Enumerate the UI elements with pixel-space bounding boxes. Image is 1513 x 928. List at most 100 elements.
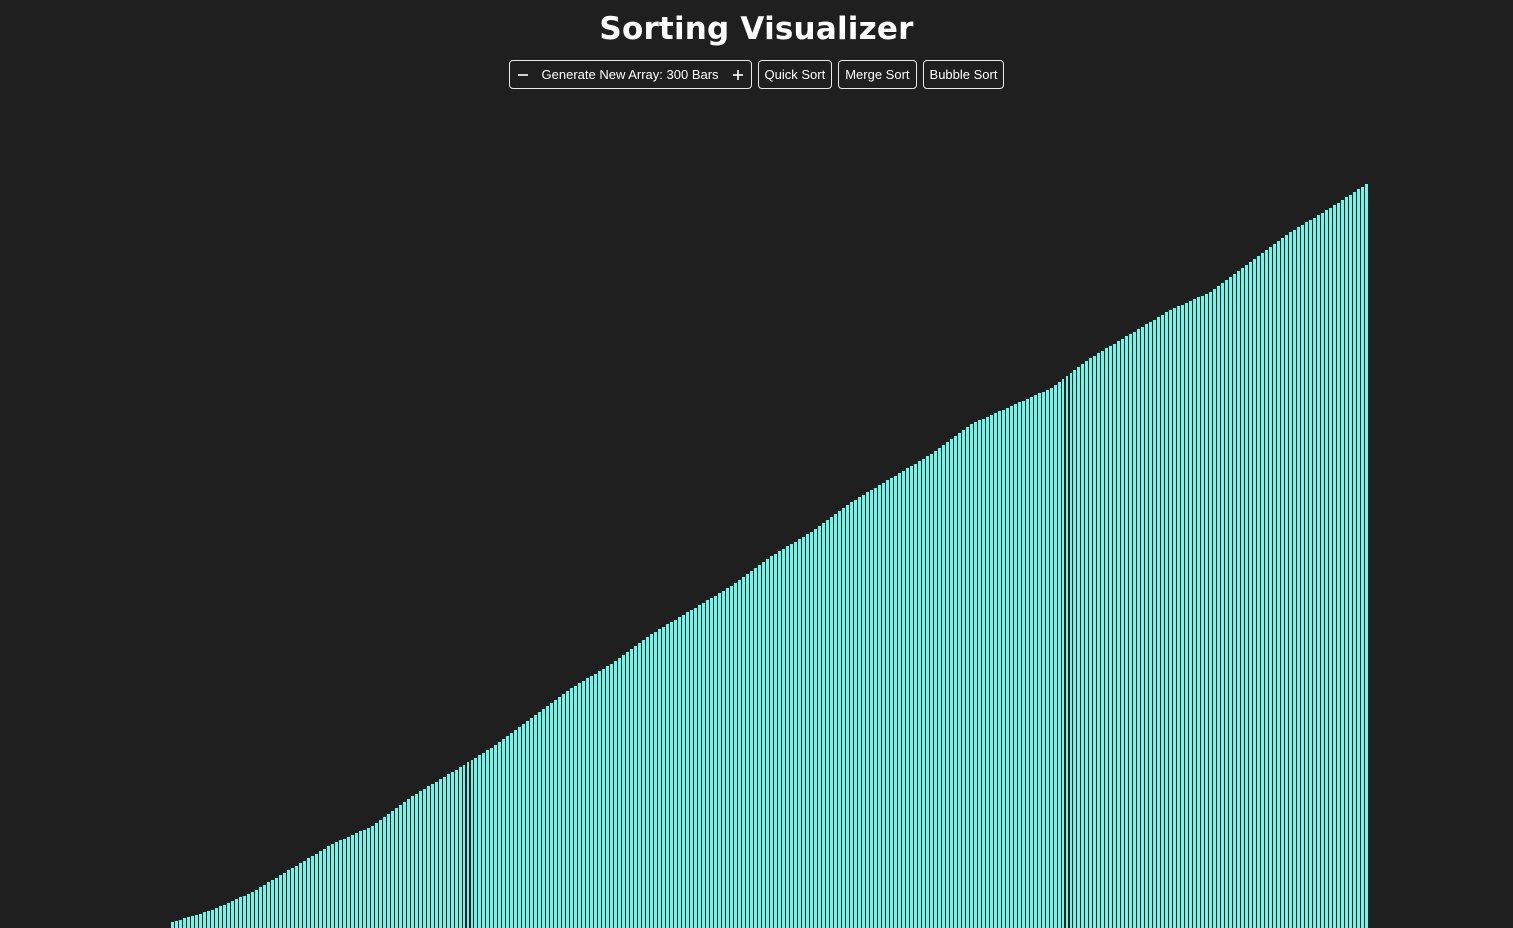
array-bar (377, 820, 382, 928)
array-bar (1056, 382, 1061, 928)
array-bar (1316, 215, 1321, 928)
array-bar (341, 839, 346, 928)
toolbar: Generate New Array: 300 Bars Quick Sort … (0, 60, 1513, 89)
array-bar (457, 767, 462, 928)
array-bar (453, 770, 458, 928)
array-bar (693, 608, 698, 928)
array-bar (1032, 395, 1037, 928)
array-bar (281, 873, 286, 928)
array-bar (641, 640, 646, 928)
quick-sort-button[interactable]: Quick Sort (757, 60, 833, 89)
array-bar (1356, 189, 1360, 928)
array-bar (577, 683, 582, 928)
array-bar (313, 854, 318, 928)
array-bar (1240, 268, 1245, 928)
array-bar (1188, 301, 1193, 928)
array-bar (936, 448, 941, 928)
array-bar (1100, 351, 1105, 928)
array-bar (1108, 346, 1113, 928)
array-bar (1276, 241, 1281, 928)
array-bar (812, 529, 817, 928)
array-bar (661, 627, 666, 928)
array-bar (1048, 388, 1053, 928)
array-bar (729, 586, 734, 928)
array-bar (305, 858, 310, 928)
array-bar (417, 791, 422, 928)
array-bar (1208, 292, 1213, 928)
generate-new-array-button[interactable]: Generate New Array: 300 Bars (542, 67, 719, 82)
array-bar (533, 715, 538, 928)
array-bar (992, 413, 997, 928)
merge-sort-button[interactable]: Merge Sort (838, 60, 917, 89)
array-bar (820, 523, 825, 928)
array-bar (597, 671, 602, 928)
minus-icon[interactable] (516, 68, 530, 82)
array-bar (649, 634, 654, 928)
array-bar (932, 451, 937, 928)
array-bar (892, 476, 897, 928)
array-bar (353, 833, 358, 928)
array-bar (1164, 312, 1169, 928)
array-bar (421, 789, 426, 928)
array-bar (745, 574, 750, 928)
array-bar (1252, 259, 1257, 928)
array-bar (365, 828, 370, 928)
array-bar (1204, 294, 1209, 928)
array-bar (1140, 327, 1145, 928)
array-bar (677, 617, 682, 928)
array-bar (860, 495, 865, 928)
array-bar (808, 532, 813, 928)
array-bar (445, 774, 450, 928)
array-size-control: Generate New Array: 300 Bars (508, 60, 752, 89)
array-bar (1264, 250, 1269, 928)
array-bar (980, 419, 985, 928)
array-bar (705, 600, 710, 928)
array-bar (1024, 399, 1029, 928)
array-bar (988, 415, 993, 928)
array-bar (253, 890, 258, 928)
bubble-sort-button[interactable]: Bubble Sort (922, 60, 1005, 89)
array-bar (609, 664, 614, 928)
array-bar (469, 760, 474, 928)
array-bar (733, 583, 738, 928)
array-bar (1320, 213, 1325, 928)
array-bar (333, 842, 338, 928)
array-bar (908, 466, 913, 928)
array-bar (513, 730, 518, 928)
array-bar (625, 652, 630, 928)
array-bar (1148, 322, 1153, 928)
array-bar (1296, 227, 1301, 928)
array-bar (916, 461, 921, 928)
array-bar (796, 539, 801, 928)
array-bar (425, 786, 430, 928)
array-bar (1336, 203, 1341, 928)
array-bar (229, 901, 234, 928)
array-bar (1184, 303, 1189, 928)
array-bar (1200, 296, 1205, 928)
array-bar (788, 544, 793, 928)
array-bar (757, 565, 761, 928)
array-bar (1132, 332, 1137, 928)
array-bar (329, 844, 334, 928)
array-bar (1116, 341, 1121, 928)
array-bar (225, 903, 230, 928)
array-bar (856, 497, 861, 928)
array-bar (621, 655, 626, 928)
array-bar (1152, 320, 1157, 928)
array-bar (1180, 305, 1185, 928)
array-bar (637, 643, 642, 928)
array-bar (349, 835, 354, 928)
array-bar (1192, 299, 1197, 928)
array-bar (685, 612, 690, 928)
array-bar (485, 750, 490, 928)
array-bar (1092, 356, 1097, 928)
array-bar (1044, 390, 1049, 928)
array-bar (301, 861, 306, 928)
array-bar (920, 459, 925, 928)
array-bar (848, 502, 853, 928)
array-bar (437, 779, 442, 928)
array-bar (369, 826, 374, 928)
array-bar (657, 629, 662, 928)
plus-icon[interactable] (731, 68, 745, 82)
array-bar (1060, 379, 1065, 928)
